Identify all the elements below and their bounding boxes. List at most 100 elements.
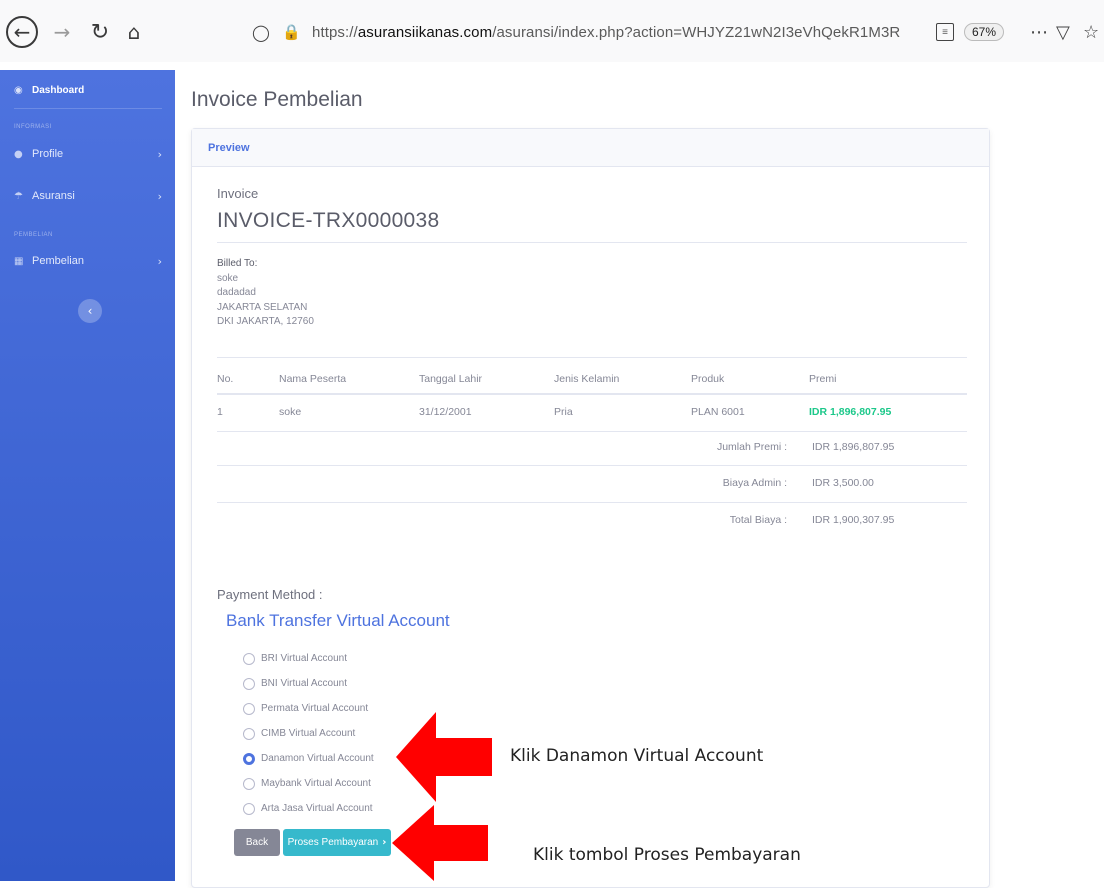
red-arrow-annotation-2 [392,805,488,881]
sidebar: ◉ Dashboard INFORMASI ● Profile › ☂ Asur… [0,70,175,881]
radio-button[interactable] [243,702,255,715]
cell-tanggal: 31/12/2001 [419,406,472,418]
proses-pembayaran-label: Proses Pembayaran [287,837,379,848]
payment-option-bri[interactable]: BRI Virtual Account [243,646,374,671]
payment-option-label: Maybank Virtual Account [261,778,371,789]
column-header: Tanggal Lahir [419,373,483,385]
radio-button[interactable] [243,727,255,740]
radio-button[interactable] [243,777,255,790]
column-header: Jenis Kelamin [554,373,620,385]
summary-value: IDR 3,500.00 [812,477,874,489]
sidebar-divider [14,108,162,109]
back-button[interactable]: Back [234,829,280,856]
payment-option-maybank[interactable]: Maybank Virtual Account [243,771,374,796]
page-title: Invoice Pembelian [191,88,363,111]
card-header: Preview [192,129,989,167]
ellipsis-icon[interactable]: ⋯ [1030,18,1048,46]
cell-nama: soke [279,406,302,418]
invoice-card: Preview Invoice INVOICE-TRX0000038 Bille… [191,128,990,888]
summary-biaya-admin: Biaya Admin : IDR 3,500.00 [217,468,967,498]
sidebar-item-pembelian[interactable]: ▦ Pembelian › [14,251,162,271]
payment-option-label: CIMB Virtual Account [261,728,356,739]
payment-option-label: BNI Virtual Account [261,678,347,689]
billed-city: JAKARTA SELATAN [217,301,308,313]
payment-option-label: Arta Jasa Virtual Account [261,803,373,814]
payment-option-artajasa[interactable]: Arta Jasa Virtual Account [243,796,374,821]
proses-pembayaran-button[interactable]: Proses Pembayaran › [283,829,391,856]
chevron-right-icon: › [157,147,162,161]
sidebar-item-dashboard[interactable]: ◉ Dashboard [14,80,162,100]
payment-option-label: Danamon Virtual Account [261,753,374,764]
table-header-border [217,393,967,395]
annotation-note-1: Klik Danamon Virtual Account [510,746,764,766]
sidebar-item-profile[interactable]: ● Profile › [14,144,162,164]
summary-value: IDR 1,900,307.95 [812,514,895,526]
red-arrow-annotation-1 [396,712,492,802]
sidebar-heading-pembelian: PEMBELIAN [14,232,53,238]
billed-address: dadadad [217,287,256,298]
divider [217,502,967,503]
summary-total-biaya: Total Biaya : IDR 1,900,307.95 [217,505,967,535]
lock-icon[interactable]: 🔒 [282,23,306,41]
column-header: No. [217,373,234,385]
payment-option-bni[interactable]: BNI Virtual Account [243,671,374,696]
user-icon: ● [14,148,23,160]
chevron-right-icon: › [157,189,162,203]
reload-icon[interactable]: ↻ [88,16,112,48]
browser-toolbar: ← → ↻ ⌂ ◯ 🔒 https://asuransiikanas.com/a… [0,0,1104,62]
divider [217,242,967,243]
cell-no: 1 [217,406,223,418]
payment-option-cimb[interactable]: CIMB Virtual Account [243,721,374,746]
payment-method-title: Bank Transfer Virtual Account [226,611,450,630]
sidebar-heading-informasi: INFORMASI [14,124,52,130]
table-top-border [217,357,967,358]
table-row: 1 soke 31/12/2001 Pria PLAN 6001 IDR 1,8… [217,397,967,427]
column-header: Produk [691,373,725,385]
billed-region: DKI JAKARTA, 12760 [217,316,314,327]
invoice-label: Invoice [217,186,259,201]
radio-button[interactable] [243,802,255,815]
billed-to-label: Billed To: [217,258,258,269]
chevron-right-icon: › [382,837,387,848]
column-header: Nama Peserta [279,373,347,385]
cell-jenis-kelamin: Pria [554,406,573,418]
home-icon[interactable]: ⌂ [122,16,146,48]
shield-icon[interactable]: ◯ [252,23,276,42]
payment-option-label: BRI Virtual Account [261,653,347,664]
forward-arrow-icon[interactable]: → [50,16,74,48]
dashboard-icon: ◉ [14,84,23,96]
reader-view-icon[interactable]: ≡ [936,23,954,41]
payment-option-danamon[interactable]: Danamon Virtual Account [243,746,374,771]
cell-produk: PLAN 6001 [691,406,745,418]
table-header: No. Nama Peserta Tanggal Lahir Jenis Kel… [217,365,967,393]
billed-to-block: Billed To: soke dadadad JAKARTA SELATAN … [217,257,314,330]
sidebar-item-asuransi[interactable]: ☂ Asuransi › [14,186,162,206]
pocket-icon[interactable]: ▽ [1056,18,1070,46]
payment-options: BRI Virtual Account BNI Virtual Account … [243,646,374,821]
payment-method-label: Payment Method : [217,587,323,602]
payment-option-label: Permata Virtual Account [261,703,369,714]
back-arrow-icon[interactable]: ← [6,16,38,48]
star-icon[interactable]: ☆ [1083,18,1099,46]
billed-name: soke [217,272,239,284]
payment-option-permata[interactable]: Permata Virtual Account [243,696,374,721]
summary-value: IDR 1,896,807.95 [812,441,895,453]
sidebar-item-label: Asuransi [32,190,75,202]
summary-label: Biaya Admin : [722,477,787,489]
radio-button[interactable] [243,677,255,690]
sidebar-toggle-button[interactable]: ‹ [78,299,102,323]
zoom-badge[interactable]: 67% [964,23,1005,41]
radio-button[interactable] [243,652,255,665]
umbrella-icon: ☂ [14,190,23,202]
sidebar-item-label: Profile [32,148,64,160]
invoice-number: INVOICE-TRX0000038 [217,209,440,232]
divider [217,465,967,466]
annotation-note-2: Klik tombol Proses Pembayaran [533,845,801,865]
url-text[interactable]: https://asuransiikanas.com/asuransi/inde… [312,24,928,41]
radio-button-selected[interactable] [243,752,255,765]
url-bar[interactable]: ◯ 🔒 https://asuransiikanas.com/asuransi/… [252,16,1008,48]
sidebar-item-label: Pembelian [32,255,84,267]
column-header: Premi [809,373,837,385]
summary-label: Total Biaya : [729,514,787,526]
summary-jumlah-premi: Jumlah Premi : IDR 1,896,807.95 [217,432,967,462]
